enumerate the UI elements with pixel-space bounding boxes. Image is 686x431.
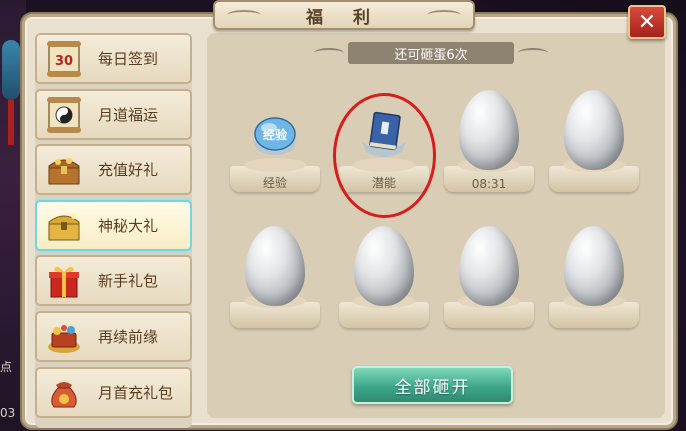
- close-button[interactable]: ✕: [628, 5, 666, 39]
- sidebar-item-label: 每日签到: [98, 50, 159, 68]
- exp-orb-icon: 经验: [245, 110, 305, 162]
- sidebar-item-label: 月道福运: [98, 106, 159, 124]
- smash-all-button[interactable]: 全部砸开: [352, 366, 513, 404]
- ornament-icon: [2, 40, 20, 100]
- remaining-smash-count: 还可砸蛋6次: [314, 42, 548, 64]
- treasure-chest-icon: [44, 150, 84, 190]
- egg-slot-7[interactable]: [442, 218, 536, 336]
- sidebar-item-daily-checkin[interactable]: 30 每日签到: [35, 33, 192, 84]
- sidebar-item-label: 新手礼包: [98, 272, 159, 290]
- egg-slot-5[interactable]: [228, 218, 322, 336]
- sidebar-item-label: 再续前缘: [98, 328, 159, 346]
- silver-egg-icon: [564, 226, 624, 306]
- sidebar-item-mystery-gift[interactable]: 神秘大礼: [35, 200, 192, 251]
- sidebar-item-label: 月首充礼包: [98, 384, 174, 402]
- sidebar: 30 每日签到 月道福运 充值好礼 神秘大礼 新手礼包 再续前缘 月首充礼包: [35, 33, 192, 428]
- silver-egg-icon: [245, 226, 305, 306]
- egg-slot-8[interactable]: [547, 218, 641, 336]
- egg-slot-2[interactable]: 潜能: [337, 82, 431, 200]
- silver-egg-icon: [564, 90, 624, 170]
- svg-text:30: 30: [55, 54, 73, 69]
- treasure-pile-icon: [44, 317, 84, 357]
- panel-title: 福 利: [213, 0, 475, 30]
- svg-text:经验: 经验: [263, 127, 288, 142]
- egg-slot-caption: 潜能: [371, 176, 396, 190]
- silver-egg-icon: [354, 226, 414, 306]
- sidebar-item-label: 神秘大礼: [98, 217, 159, 235]
- sidebar-item-label: 充值好礼: [98, 161, 159, 179]
- silver-egg-icon: [459, 90, 519, 170]
- sidebar-item-monthly-fortune[interactable]: 月道福运: [35, 89, 192, 140]
- golden-chest-icon: [44, 206, 84, 246]
- money-bag-icon: [44, 373, 84, 413]
- close-icon: ✕: [637, 9, 657, 35]
- sidebar-item-renew-fate[interactable]: 再续前缘: [35, 311, 192, 362]
- egg-slot-4[interactable]: [547, 82, 641, 200]
- sidebar-item-first-recharge-pack[interactable]: 月首充礼包: [35, 367, 192, 418]
- egg-slot-6[interactable]: [337, 218, 431, 336]
- tassel-icon: [8, 100, 14, 145]
- sidebar-item-newbie-pack[interactable]: 新手礼包: [35, 255, 192, 306]
- silver-egg-icon: [459, 226, 519, 306]
- sidebar-item-recharge-gift[interactable]: 充值好礼: [35, 144, 192, 195]
- egg-slot-1[interactable]: 经验 经验: [228, 82, 322, 200]
- background-text: 点: [0, 360, 13, 374]
- egg-slot-3[interactable]: 08:31: [442, 82, 536, 200]
- background-text: 03: [0, 406, 16, 420]
- egg-slot-caption: 经验: [262, 176, 287, 190]
- gift-box-icon: [44, 261, 84, 301]
- calendar-scroll-icon: 30: [44, 39, 84, 79]
- egg-slot-timer: 08:31: [471, 177, 507, 191]
- yin-yang-scroll-icon: [44, 95, 84, 135]
- blue-book-icon: [354, 110, 414, 162]
